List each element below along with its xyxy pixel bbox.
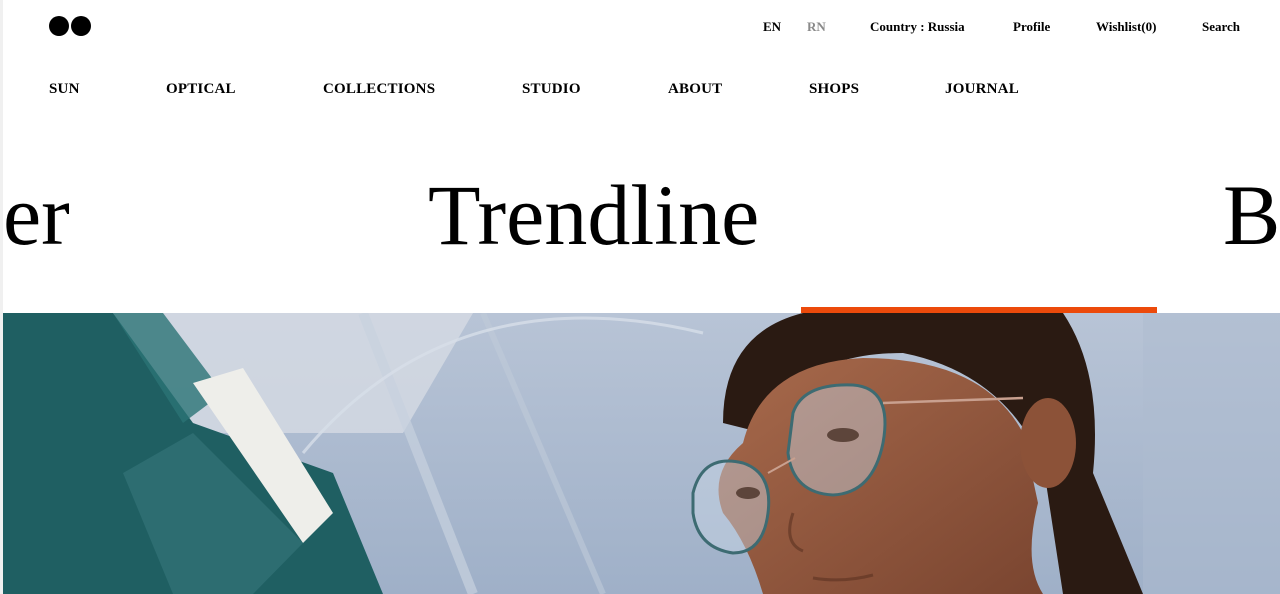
lang-rn-link[interactable]: RN (807, 18, 826, 36)
nav-optical[interactable]: OPTICAL (166, 81, 236, 98)
hero-illustration (3, 313, 1280, 594)
utility-bar: EN RN Country : Russia Profile Wishlist(… (3, 18, 1280, 36)
hero-image (3, 313, 1280, 594)
nav-collections[interactable]: COLLECTIONS (323, 81, 435, 98)
nav-about[interactable]: ABOUT (668, 81, 722, 98)
search-link[interactable]: Search (1202, 18, 1240, 36)
page: EN RN Country : Russia Profile Wishlist(… (0, 0, 1280, 594)
country-selector[interactable]: Country : Russia (870, 18, 965, 36)
nav-journal[interactable]: JOURNAL (945, 81, 1019, 98)
nav-shops[interactable]: SHOPS (809, 81, 859, 98)
main-nav: SUN OPTICAL COLLECTIONS STUDIO ABOUT SHO… (3, 81, 1280, 101)
nav-sun[interactable]: SUN (49, 81, 80, 98)
carousel-next-title[interactable]: B (1223, 160, 1280, 270)
wishlist-link[interactable]: Wishlist(0) (1096, 18, 1156, 36)
lang-en-link[interactable]: EN (763, 18, 781, 36)
carousel-prev-title[interactable]: er (3, 160, 70, 270)
nav-studio[interactable]: STUDIO (522, 81, 581, 98)
collection-carousel: er Trendline B (3, 160, 1280, 270)
carousel-current-title[interactable]: Trendline (428, 160, 759, 270)
profile-link[interactable]: Profile (1013, 18, 1050, 36)
